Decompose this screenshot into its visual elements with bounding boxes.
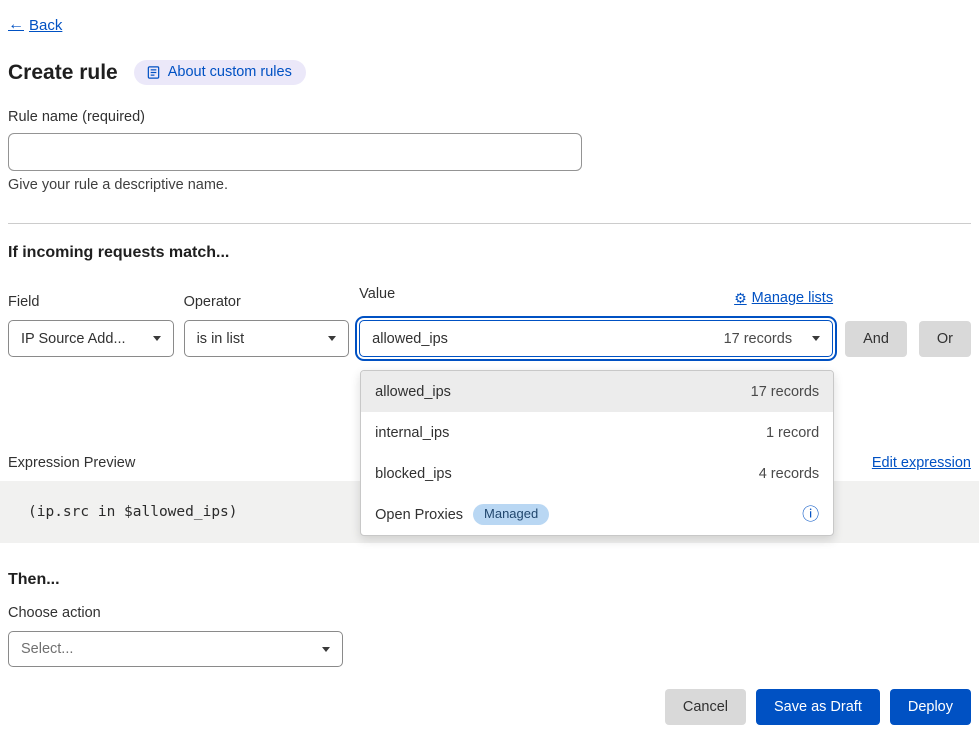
back-arrow-icon: ←	[8, 16, 24, 34]
chevron-down-icon	[322, 647, 330, 652]
expression-preview-label: Expression Preview	[8, 455, 135, 471]
gear-icon: ⚙	[734, 290, 747, 307]
create-rule-page: ← Back Create rule About custom rules Rul…	[0, 0, 979, 725]
edit-expression-link[interactable]: Edit expression	[872, 455, 971, 471]
cancel-button[interactable]: Cancel	[665, 689, 746, 725]
value-select-records: 17 records	[724, 331, 793, 347]
about-chip-label: About custom rules	[168, 64, 292, 80]
page-title: Create rule	[8, 61, 118, 85]
about-custom-rules-link[interactable]: About custom rules	[134, 60, 306, 85]
manage-lists-label: Manage lists	[752, 290, 833, 306]
field-column: Field IP Source Add...	[8, 292, 174, 357]
field-select[interactable]: IP Source Add...	[8, 320, 174, 357]
back-link[interactable]: ← Back	[8, 16, 62, 34]
choose-action-label: Choose action	[8, 603, 971, 623]
list-option-name: blocked_ips	[375, 466, 452, 482]
and-or-buttons: And Or	[845, 321, 971, 357]
match-condition-row: Field IP Source Add... Operator is in li…	[8, 284, 971, 357]
list-dropdown-menu: allowed_ips 17 records internal_ips 1 re…	[360, 370, 834, 536]
list-option-name: Open Proxies	[375, 507, 463, 523]
menu-item-internal-ips[interactable]: internal_ips 1 record	[361, 412, 833, 453]
chevron-down-icon	[328, 336, 336, 341]
manage-lists-link[interactable]: ⚙ Manage lists	[734, 290, 833, 307]
match-section-title: If incoming requests match...	[8, 244, 971, 262]
chevron-down-icon	[153, 336, 161, 341]
list-option-records: 1 record	[766, 425, 819, 441]
or-button[interactable]: Or	[919, 321, 971, 357]
value-column: Value ⚙ Manage lists allowed_ips 17 reco…	[359, 284, 833, 357]
operator-select-value: is in list	[197, 331, 321, 347]
list-option-name: allowed_ips	[375, 384, 451, 400]
expression-code: (ip.src in $allowed_ips)	[28, 504, 238, 520]
book-icon	[146, 65, 161, 80]
action-select[interactable]: Select...	[8, 631, 343, 667]
deploy-button[interactable]: Deploy	[890, 689, 971, 725]
footer-actions: Cancel Save as Draft Deploy	[8, 689, 971, 725]
chevron-down-icon	[812, 336, 820, 341]
list-option-name-wrap: Open Proxies Managed	[375, 504, 549, 525]
info-icon[interactable]: ⓘ	[802, 506, 819, 523]
value-select-value: allowed_ips	[372, 331, 723, 347]
title-row: Create rule About custom rules	[8, 60, 971, 85]
operator-select[interactable]: is in list	[184, 320, 350, 357]
rule-name-input[interactable]	[8, 133, 582, 171]
and-button[interactable]: And	[845, 321, 907, 357]
action-select-placeholder: Select...	[21, 641, 314, 657]
field-label: Field	[8, 292, 174, 312]
value-label: Value	[359, 284, 395, 304]
section-divider	[8, 223, 971, 224]
menu-item-open-proxies[interactable]: Open Proxies Managed ⓘ	[361, 494, 833, 535]
rule-name-help: Give your rule a descriptive name.	[8, 177, 971, 193]
operator-label: Operator	[184, 292, 350, 312]
back-link-label: Back	[29, 17, 62, 34]
value-select[interactable]: allowed_ips 17 records	[359, 320, 833, 357]
list-option-name: internal_ips	[375, 425, 449, 441]
list-option-records: 4 records	[759, 466, 819, 482]
list-option-records: 17 records	[751, 384, 820, 400]
rule-name-label: Rule name (required)	[8, 109, 145, 125]
rule-name-group: Rule name (required) Give your rule a de…	[8, 107, 971, 193]
menu-item-allowed-ips[interactable]: allowed_ips 17 records	[361, 371, 833, 412]
field-select-value: IP Source Add...	[21, 331, 145, 347]
menu-item-blocked-ips[interactable]: blocked_ips 4 records	[361, 453, 833, 494]
save-draft-button[interactable]: Save as Draft	[756, 689, 880, 725]
value-label-row: Value ⚙ Manage lists	[359, 284, 833, 312]
then-section-title: Then...	[8, 571, 971, 589]
managed-badge: Managed	[473, 504, 549, 525]
operator-column: Operator is in list	[184, 292, 350, 357]
